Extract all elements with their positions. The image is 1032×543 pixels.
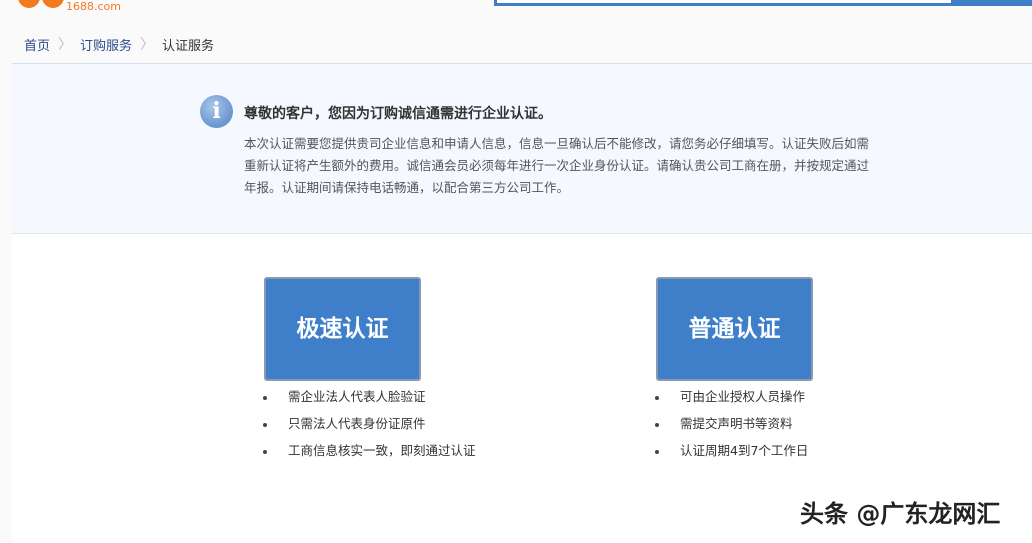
breadcrumb-current: 认证服务 [162, 38, 215, 54]
chevron-right-icon: 〉 [58, 37, 73, 53]
chevron-right-icon: 〉 [140, 37, 155, 53]
normal-verification-button[interactable]: 普通认证 [656, 277, 813, 381]
breadcrumb-home[interactable]: 首页 [24, 35, 50, 54]
notice-body: 本次认证需要您提供贵司企业信息和申请人信息，信息一旦确认后不能修改，请您务必仔细… [244, 136, 870, 195]
list-item: 认证周期4到7个工作日 [655, 437, 813, 464]
watermark: 头条 @广东龙网汇 [800, 500, 1001, 528]
search-input[interactable] [494, 0, 954, 6]
list-item: 可由企业授权人员操作 [655, 383, 813, 410]
info-icon: i [200, 95, 233, 128]
list-item: 需企业法人代表人脸验证 [263, 383, 476, 410]
list-item: 工商信息核实一致，即刻通过认证 [263, 437, 476, 464]
main-panel: i 尊敬的客户，您因为订购诚信通需进行企业认证。 本次认证需要您提供贵司企业信息… [12, 63, 1032, 543]
normal-verification-option: 普通认证 可由企业授权人员操作 需提交声明书等资料 认证周期4到7个工作日 [655, 277, 813, 464]
feature-list: 需企业法人代表人脸验证 只需法人代表身份证原件 工商信息核实一致，即刻通过认证 [263, 383, 476, 464]
breadcrumb-order-service[interactable]: 订购服务 [80, 35, 132, 54]
notice-box: i 尊敬的客户，您因为订购诚信通需进行企业认证。 本次认证需要您提供贵司企业信息… [12, 64, 1032, 234]
fast-verification-option: 极速认证 需企业法人代表人脸验证 只需法人代表身份证原件 工商信息核实一致，即刻… [263, 277, 476, 464]
notice-title: 尊敬的客户，您因为订购诚信通需进行企业认证。 [244, 106, 552, 122]
list-item: 只需法人代表身份证原件 [263, 410, 476, 437]
list-item: 需提交声明书等资料 [655, 410, 813, 437]
feature-list: 可由企业授权人员操作 需提交声明书等资料 认证周期4到7个工作日 [655, 383, 813, 464]
fast-verification-button[interactable]: 极速认证 [264, 277, 421, 381]
search-button[interactable] [954, 0, 1032, 6]
logo[interactable]: 1688.com [8, 0, 128, 16]
breadcrumb: 首页 〉 订购服务 〉 认证服务 [24, 34, 214, 54]
